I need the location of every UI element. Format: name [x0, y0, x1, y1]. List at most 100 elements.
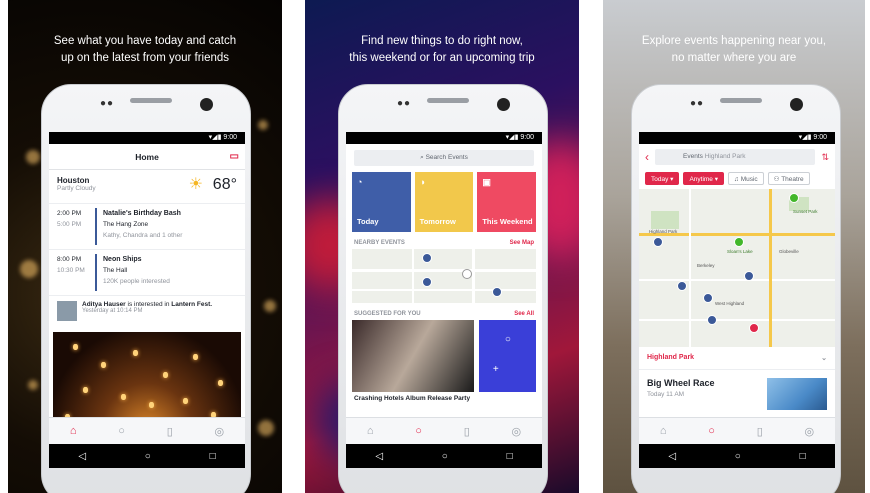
event-row[interactable]: 8:00 PM 10:30 PM Neon Ships The Hall 120K p…: [49, 250, 245, 296]
filter-icon[interactable]: ⇅: [821, 152, 829, 163]
tab-bar: ⌂ ○ ▯ ◎: [639, 417, 835, 444]
home-circle-icon[interactable]: ○: [145, 451, 151, 462]
screen: ▾◢▮ 9:00 ‹ Events Highland Park ⇅ Today …: [639, 132, 835, 468]
android-nav: ◁ ○ □: [346, 444, 542, 468]
map-pin[interactable]: [422, 253, 432, 263]
calendar-icon[interactable]: ▯: [757, 425, 763, 438]
calendar-icon[interactable]: ▯: [464, 425, 470, 438]
status-bar: ▾◢▮ 9:00: [49, 132, 245, 144]
map-pin[interactable]: [492, 287, 502, 297]
phone-frame: ●● ▾◢▮ 9:00 ‹ Events Highland Park ⇅ Tod…: [631, 84, 841, 493]
event-card[interactable]: Big Wheel Race Today 11 AM: [639, 370, 835, 418]
profile-icon[interactable]: ◎: [215, 425, 225, 438]
map-pin[interactable]: [703, 293, 713, 303]
weather-condition: Partly Cloudy: [57, 185, 96, 192]
caption: See what you have today and catch up on t…: [53, 35, 237, 64]
avatar: [57, 301, 77, 321]
park-area: [651, 211, 679, 229]
search-icon[interactable]: ○: [118, 425, 125, 437]
home-icon[interactable]: ⌂: [367, 425, 374, 437]
chip-music[interactable]: ♫ Music: [728, 172, 764, 185]
map-pin[interactable]: [462, 269, 472, 279]
back-icon[interactable]: ◁: [668, 451, 676, 462]
earpiece: [130, 98, 172, 103]
search-input[interactable]: Events Highland Park: [655, 149, 816, 165]
feed-user: Aditya Hauser: [82, 301, 126, 308]
phone-frame: ●● ▾◢▮ 9:00 ⌕ Search Events ◔ Today ◑ Tomo…: [338, 84, 548, 493]
screen: ▾◢▮ 9:00 Home ▭ Houston Partly Cloudy ☀ 6…: [49, 132, 245, 468]
home-icon[interactable]: ⌂: [70, 425, 77, 437]
tile-weekend[interactable]: ▣ This Weekend: [477, 172, 537, 232]
earpiece: [427, 98, 469, 103]
sensor-dots: ●●: [690, 98, 705, 109]
suggested-title: Crashing Hotels Album Release Party: [354, 395, 471, 402]
weather-card[interactable]: Houston Partly Cloudy ☀ 68°: [49, 170, 245, 204]
location-row[interactable]: Highland Park ⌄: [639, 347, 835, 370]
tab-bar: ⌂ ○ ▯ ◎: [346, 417, 542, 444]
calendar-icon[interactable]: ▯: [167, 425, 173, 438]
sensor-dots: ●●: [397, 98, 412, 109]
event-social: Kathy, Chandra and 1 other: [103, 232, 183, 239]
status-bar: ▾◢▮ 9:00: [639, 132, 835, 144]
map-pin[interactable]: [422, 277, 432, 287]
recents-icon[interactable]: □: [800, 451, 806, 462]
map-pin[interactable]: [789, 193, 799, 203]
android-nav: ◁ ○ □: [49, 444, 245, 468]
map-pin[interactable]: [734, 237, 744, 247]
tile-tomorrow[interactable]: ◑ Tomorrow: [414, 172, 474, 232]
section-label: SUGGESTED FOR YOU: [354, 311, 421, 317]
feed-action: is interested in: [127, 301, 170, 308]
recents-icon[interactable]: □: [210, 451, 216, 462]
back-icon[interactable]: ◁: [78, 451, 86, 462]
feed-story[interactable]: Aditya Hauser is interested in Lantern F…: [49, 296, 245, 329]
map-label: West Highland: [715, 301, 745, 306]
profile-icon[interactable]: ◎: [805, 425, 815, 438]
event-start: 8:00 PM: [57, 256, 82, 263]
suggested-card[interactable]: ○ +: [478, 320, 536, 392]
map-pin[interactable]: [744, 271, 754, 281]
home-circle-icon[interactable]: ○: [735, 451, 741, 462]
map-pin[interactable]: [749, 323, 759, 333]
event-name: Natalie's Birthday Bash: [103, 210, 181, 217]
profile-icon[interactable]: ◎: [512, 425, 522, 438]
back-arrow-icon[interactable]: ‹: [645, 150, 649, 164]
event-title: Big Wheel Race: [647, 378, 715, 388]
search-icon[interactable]: ○: [708, 425, 715, 437]
chip-anytime[interactable]: Anytime ▾: [683, 172, 724, 185]
chip-today[interactable]: Today ▾: [645, 172, 680, 185]
chevron-down-icon: ⌄: [821, 355, 827, 362]
event-end: 5:00 PM: [57, 221, 82, 228]
event-start: 2:00 PM: [57, 210, 82, 217]
home-circle-icon[interactable]: ○: [442, 451, 448, 462]
map[interactable]: Sunset Park Highland Park Berkeley Globe…: [639, 189, 835, 347]
search-input[interactable]: ⌕ Search Events: [354, 150, 534, 166]
camera: [790, 98, 803, 111]
see-all-link[interactable]: See All: [514, 311, 534, 317]
map-label: Globeville: [779, 249, 799, 254]
home-icon[interactable]: ⌂: [660, 425, 667, 437]
event-row[interactable]: 2:00 PM 5:00 PM Natalie's Birthday Bash Th…: [49, 204, 245, 250]
camera: [497, 98, 510, 111]
map[interactable]: [352, 249, 536, 303]
map-pin[interactable]: [653, 237, 663, 247]
map-pin[interactable]: [677, 281, 687, 291]
see-map-link[interactable]: See Map: [510, 240, 534, 246]
tab-bar: ⌂ ○ ▯ ◎: [49, 417, 245, 444]
event-end: 10:30 PM: [57, 267, 85, 274]
inbox-icon[interactable]: ▭: [230, 144, 239, 170]
suggested-card[interactable]: [352, 320, 474, 392]
event-image: [767, 378, 827, 410]
tile-today[interactable]: ◔ Today: [352, 172, 411, 232]
panel-explore: Explore events happening near you, no mat…: [603, 0, 865, 493]
chip-theatre[interactable]: ⚇ Theatre: [767, 172, 810, 185]
event-time: Today 11 AM: [647, 391, 685, 398]
caption: Find new things to do right now, this wee…: [349, 35, 535, 64]
map-label: Sloan's Lake: [727, 249, 753, 254]
recents-icon[interactable]: □: [507, 451, 513, 462]
search-icon[interactable]: ○: [415, 425, 422, 437]
back-icon[interactable]: ◁: [375, 451, 383, 462]
map-pin[interactable]: [707, 315, 717, 325]
weather-temp: 68°: [212, 176, 237, 193]
phone-frame: ●● ▾◢▮ 9:00 Home ▭ Houston Partly Cloudy …: [41, 84, 251, 493]
section-label: NEARBY EVENTS: [354, 240, 405, 246]
